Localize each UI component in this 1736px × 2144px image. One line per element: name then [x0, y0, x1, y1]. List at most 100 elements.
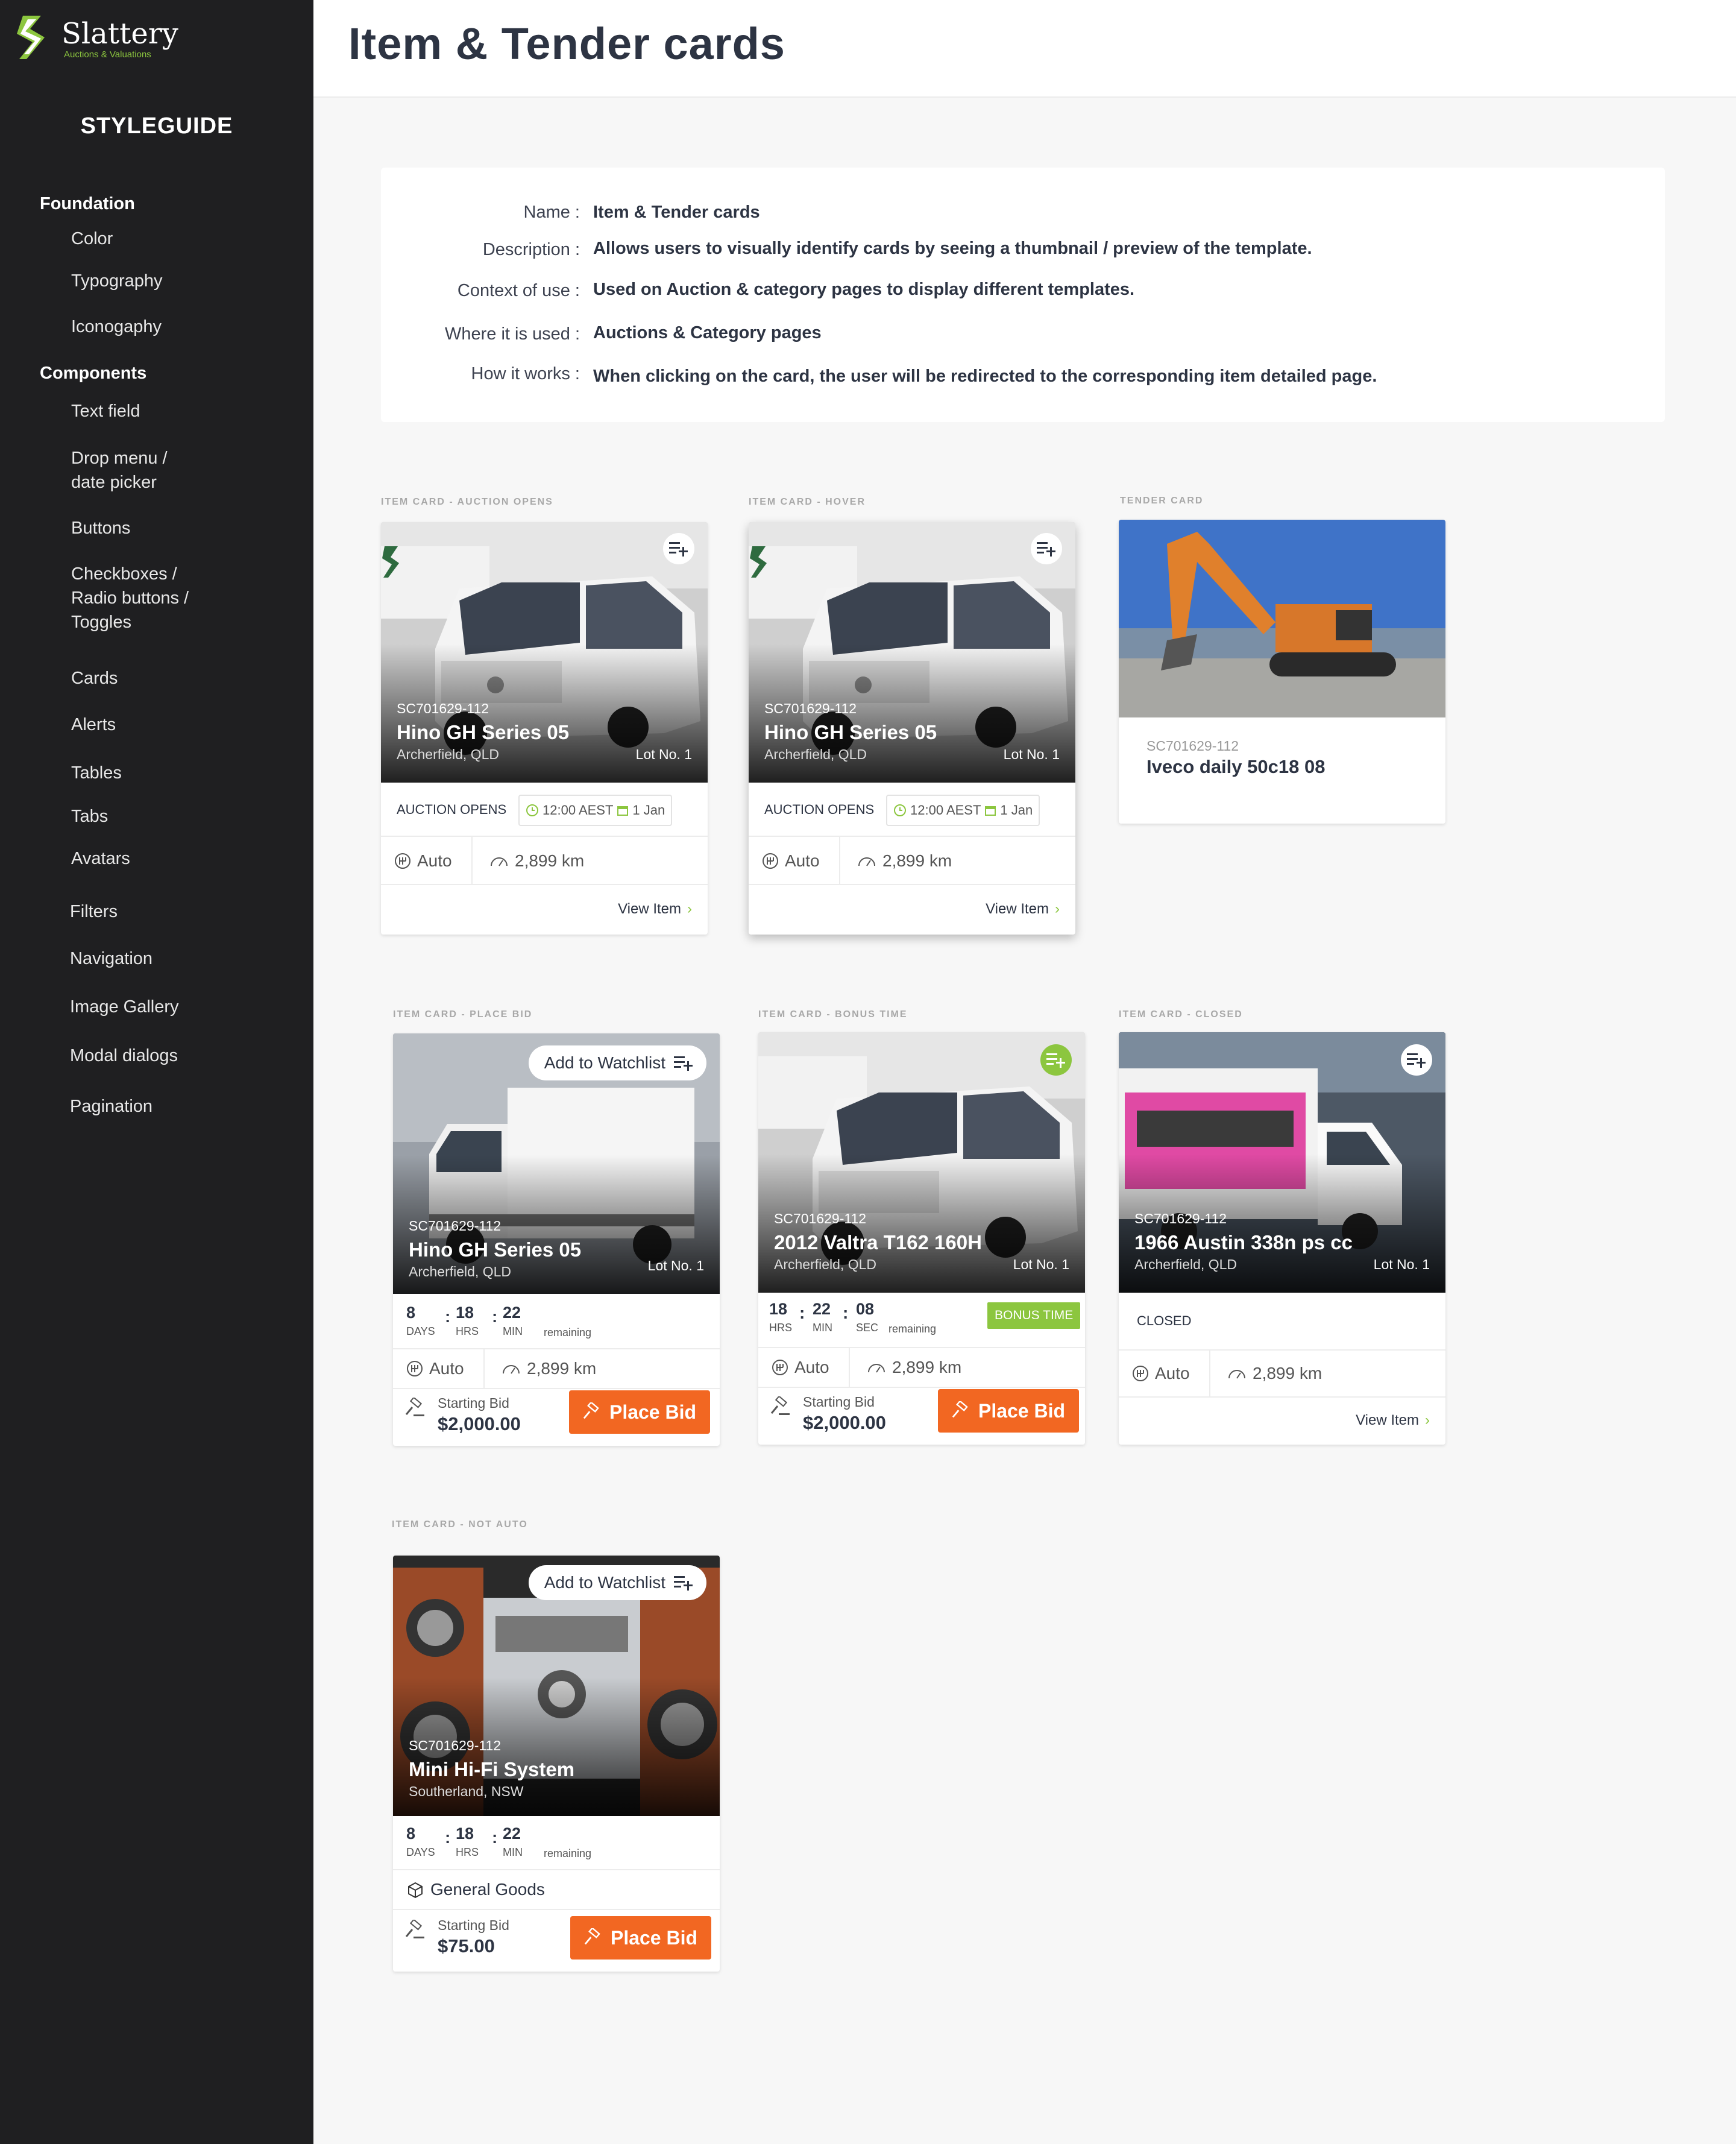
- transmission-spec: Auto: [394, 851, 452, 871]
- view-item-link[interactable]: View Item ›: [1356, 1412, 1430, 1429]
- divider: [839, 837, 840, 885]
- info-value-how: When clicking on the card, the user will…: [593, 367, 1377, 386]
- transmission-spec: Auto: [762, 851, 820, 871]
- sidebar-item-text-field[interactable]: Text field: [71, 399, 140, 423]
- box-icon: [408, 1882, 423, 1899]
- speedometer-icon: [1228, 1370, 1245, 1379]
- chevron-right-icon: ›: [1425, 1412, 1430, 1428]
- card-code: SC701629-112: [409, 1738, 502, 1753]
- specs-row: Auto 2,899 km: [393, 1348, 720, 1389]
- countdown-separator: :: [445, 1307, 451, 1326]
- sidebar-item-modal-dialogs[interactable]: Modal dialogs: [70, 1044, 178, 1068]
- section-label: TENDER CARD: [1120, 496, 1204, 506]
- divider: [849, 1348, 850, 1388]
- countdown-hours-label: HRS: [769, 1322, 793, 1334]
- clock-icon: [894, 804, 906, 816]
- specs-row: Auto 2,899 km: [758, 1347, 1085, 1388]
- sidebar-item-iconography[interactable]: Iconogaphy: [71, 315, 162, 339]
- sidebar-item-tables[interactable]: Tables: [71, 761, 122, 785]
- gavel-icon: [584, 1928, 600, 1945]
- sidebar-item-avatars[interactable]: Avatars: [71, 847, 130, 871]
- sidebar-item-typography[interactable]: Typography: [71, 269, 163, 293]
- category-row: General Goods: [393, 1869, 720, 1910]
- view-item-link[interactable]: View Item ›: [618, 901, 692, 918]
- add-to-watchlist-button[interactable]: Add to Watchlist: [528, 1045, 706, 1080]
- countdown-remaining: remaining: [888, 1323, 937, 1335]
- sidebar-item-label: Toggles: [71, 613, 131, 632]
- odometer-spec: 2,899 km: [867, 1358, 961, 1377]
- watchlist-label: Add to Watchlist: [544, 1053, 665, 1072]
- speedometer-icon: [858, 857, 875, 866]
- info-label-name: Name :: [523, 203, 580, 222]
- countdown-separator: :: [843, 1304, 849, 1322]
- sidebar-item-pagination[interactable]: Pagination: [70, 1094, 153, 1118]
- countdown-hours-label: HRS: [456, 1846, 479, 1858]
- sidebar-item-buttons[interactable]: Buttons: [71, 516, 130, 540]
- sidebar-item-drop-menu[interactable]: Drop menu / date picker: [71, 446, 168, 494]
- item-card-closed[interactable]: SC701629-112 1966 Austin 338n ps cc Arch…: [1119, 1032, 1445, 1445]
- speedometer-icon: [491, 857, 508, 866]
- sidebar-item-alerts[interactable]: Alerts: [71, 713, 116, 737]
- tender-card[interactable]: SC701629-112 Iveco daily 50c18 08: [1119, 520, 1445, 824]
- category-value: General Goods: [430, 1880, 545, 1899]
- add-to-watchlist-button[interactable]: [1031, 533, 1062, 564]
- transmission-spec: Auto: [772, 1358, 829, 1377]
- category-spec: General Goods: [406, 1880, 545, 1899]
- gavel-icon: [583, 1402, 599, 1419]
- card-code: SC701629-112: [1134, 1211, 1227, 1226]
- auction-time: 12:00 AEST: [542, 802, 614, 818]
- countdown-seconds-label: SEC: [856, 1322, 879, 1334]
- card-location: Archerfield, QLD: [397, 746, 500, 762]
- card-thumbnail: Add to Watchlist SC701629-112 Hino GH Se…: [393, 1033, 720, 1294]
- info-value-where: Auctions & Category pages: [593, 323, 822, 342]
- watchlist-label: Add to Watchlist: [544, 1573, 665, 1592]
- sidebar-item-cards[interactable]: Cards: [71, 666, 118, 690]
- card-location: Archerfield, QLD: [1134, 1256, 1238, 1272]
- sidebar-item-label: Checkboxes /: [71, 564, 177, 584]
- speedometer-icon: [503, 1365, 520, 1374]
- sidebar-item-image-gallery[interactable]: Image Gallery: [70, 995, 179, 1019]
- sidebar-item-filters[interactable]: Filters: [70, 900, 118, 924]
- transmission-value: Auto: [429, 1359, 464, 1378]
- sidebar-item-navigation[interactable]: Navigation: [70, 947, 153, 971]
- transmission-value: Auto: [794, 1358, 829, 1376]
- gearbox-icon: [395, 853, 410, 869]
- item-card-not-auto[interactable]: Add to Watchlist SC701629-112 Mini Hi-Fi…: [393, 1556, 720, 1972]
- add-to-watchlist-button[interactable]: [1401, 1044, 1432, 1076]
- countdown-hours: 18: [456, 1304, 474, 1322]
- auction-date: 1 Jan: [1000, 802, 1033, 818]
- place-bid-button[interactable]: Place Bid: [938, 1389, 1079, 1433]
- transmission-value: Auto: [1155, 1364, 1190, 1383]
- added-to-watchlist-button[interactable]: [1040, 1044, 1072, 1076]
- auction-opens-row: AUCTION OPENS 12:00 AEST 1 Jan: [381, 783, 708, 836]
- section-label: ITEM CARD - AUCTION OPENS: [381, 497, 553, 507]
- card-lot-number: Lot No. 1: [635, 746, 692, 762]
- card-lot-number: Lot No. 1: [1373, 1256, 1430, 1272]
- sidebar-item-tabs[interactable]: Tabs: [71, 804, 108, 828]
- countdown-separator: :: [445, 1828, 451, 1847]
- item-card-hover[interactable]: SC701629-112 Hino GH Series 05 Archerfie…: [749, 522, 1075, 935]
- countdown-days: 8: [406, 1824, 416, 1843]
- item-card-bonus-time[interactable]: SC701629-112 2012 Valtra T162 160H Arche…: [758, 1032, 1085, 1445]
- sidebar-title: STYLEGUIDE: [80, 113, 233, 139]
- tender-code: SC701629-112: [1146, 738, 1239, 754]
- place-bid-button[interactable]: Place Bid: [570, 1916, 711, 1960]
- countdown-seconds: 08: [856, 1300, 875, 1318]
- brand-logo[interactable]: Slattery Auctions & Valuations: [17, 16, 198, 64]
- gearbox-icon: [772, 1360, 788, 1375]
- sidebar-item-label: Drop menu /: [71, 449, 168, 468]
- countdown-row: 8 DAYS : 18 HRS : 22 MIN remaining: [393, 1816, 720, 1869]
- item-card-auction-opens[interactable]: SC701629-112 Hino GH Series 05 Archerfie…: [381, 522, 708, 935]
- auction-opens-label: AUCTION OPENS: [764, 802, 875, 817]
- sidebar-item-checkboxes[interactable]: Checkboxes / Radio buttons / Toggles: [71, 562, 189, 634]
- watchlist-add-icon: [674, 1056, 693, 1071]
- view-item-link[interactable]: View Item ›: [986, 901, 1060, 918]
- info-value-context: Used on Auction & category pages to disp…: [593, 280, 1135, 299]
- starting-bid-value: $75.00: [438, 1935, 495, 1956]
- add-to-watchlist-button[interactable]: Add to Watchlist: [528, 1565, 706, 1600]
- item-card-place-bid[interactable]: Add to Watchlist SC701629-112 Hino GH Se…: [393, 1033, 720, 1446]
- sidebar-item-color[interactable]: Color: [71, 227, 113, 251]
- place-bid-button[interactable]: Place Bid: [569, 1390, 710, 1434]
- add-to-watchlist-button[interactable]: [663, 533, 694, 564]
- slattery-logo-icon: [17, 16, 45, 59]
